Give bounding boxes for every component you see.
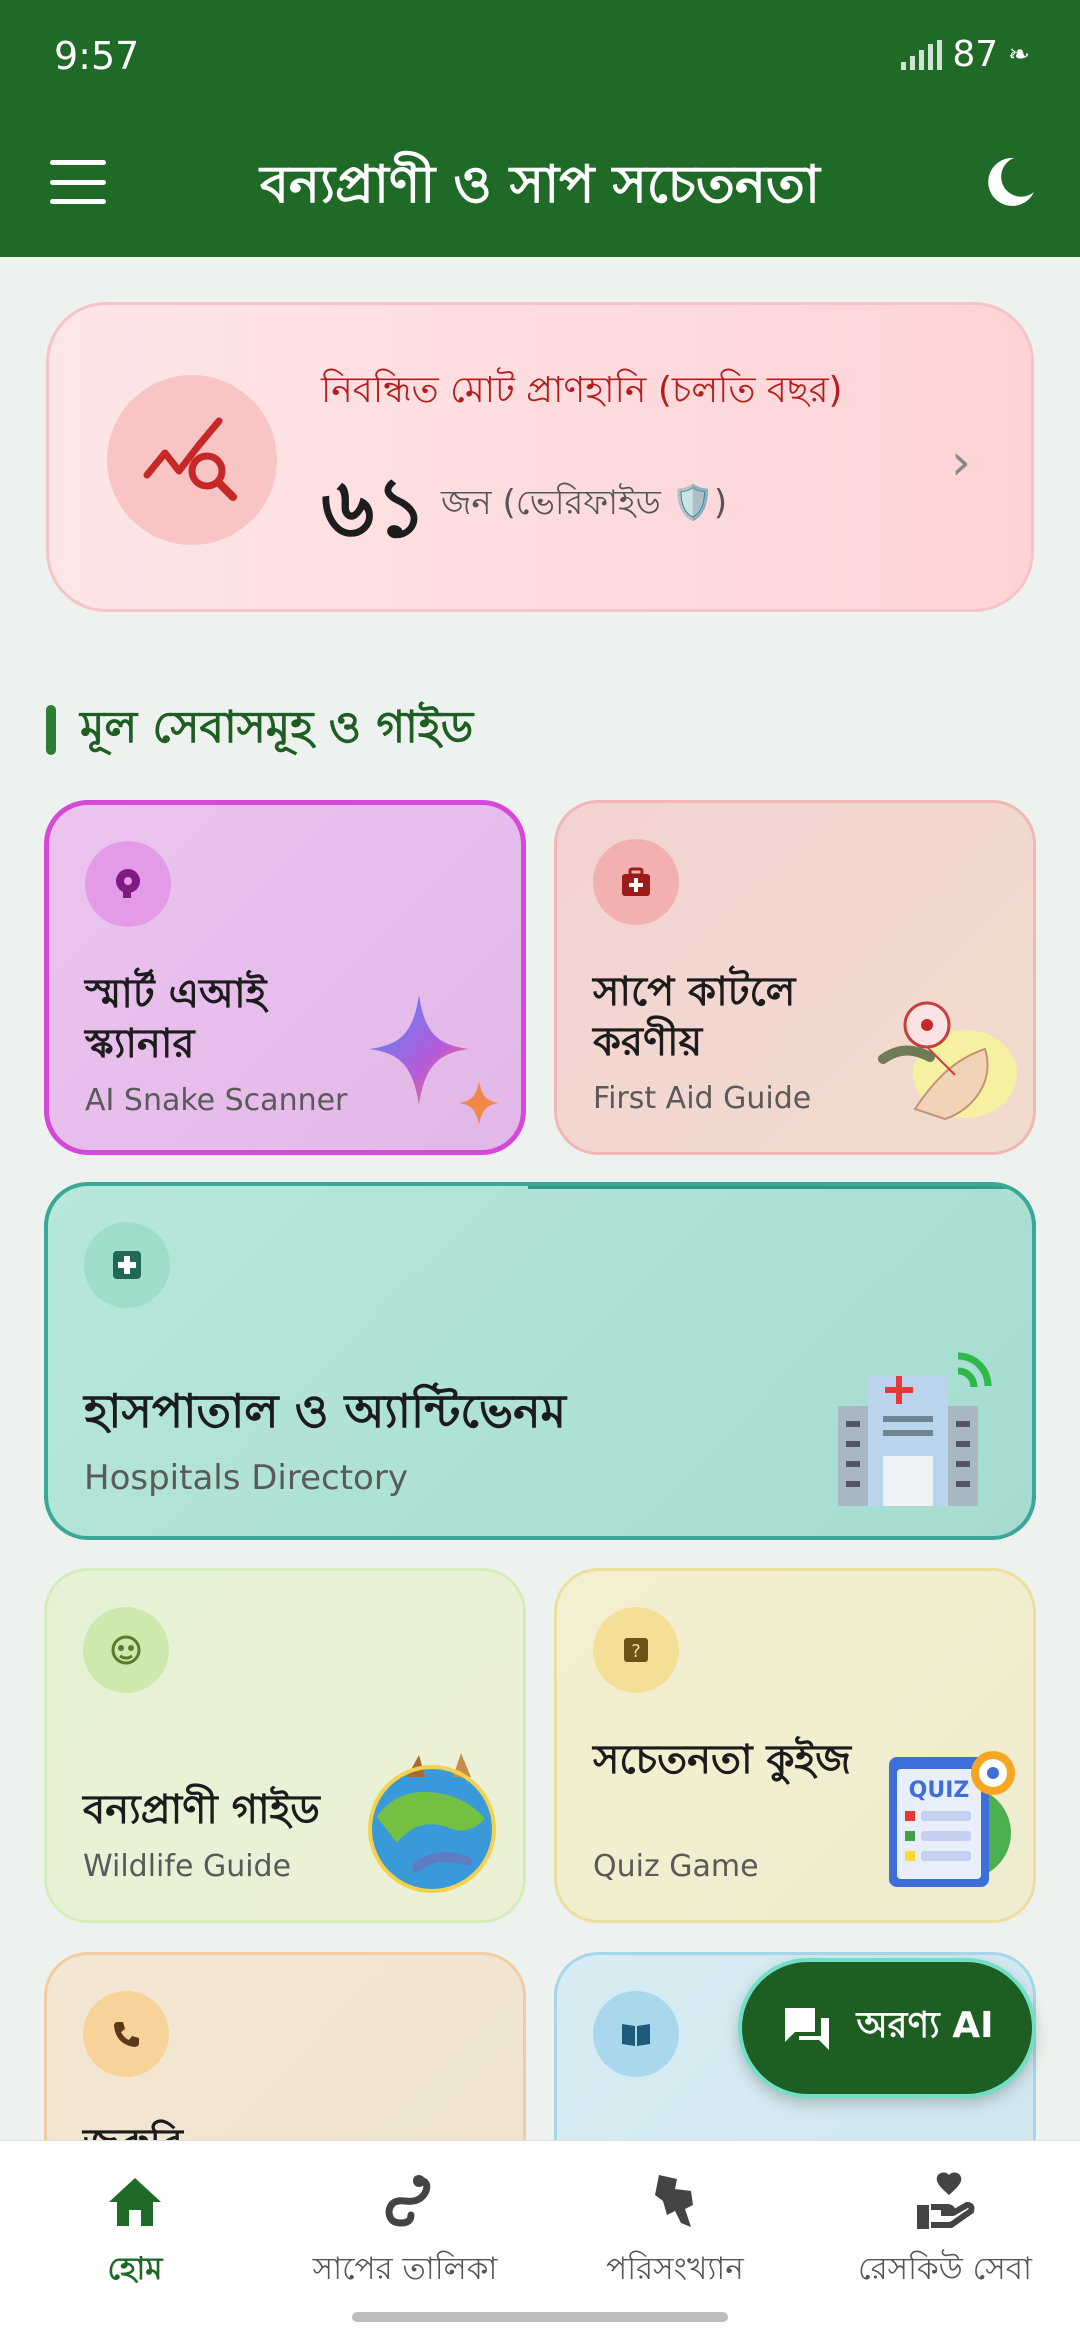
rescue-hand-heart-icon xyxy=(810,2167,1080,2237)
card-subtitle: Quiz Game xyxy=(593,1849,759,1884)
snake-icon xyxy=(270,2167,540,2237)
stat-unit: জন (ভেরিফাইড 🛡️) xyxy=(441,483,728,523)
nav-item-rescue-service[interactable]: রেসকিউ সেবা xyxy=(810,2167,1080,2297)
card-subtitle: Wildlife Guide xyxy=(83,1849,292,1884)
dark-mode-moon-icon[interactable] xyxy=(980,152,1040,212)
phone-icon xyxy=(83,1991,169,2077)
app-bar: বন্যপ্রাণী ও সাপ সচেতনতা xyxy=(0,110,1080,257)
stat-value: ৬১ xyxy=(321,461,428,556)
fab-label: অরণ্য AI xyxy=(856,2005,994,2046)
battery-level: 87 xyxy=(952,34,999,75)
chat-icon xyxy=(784,2008,829,2050)
section-title: মূল সেবাসমূহ ও গাইড xyxy=(80,701,474,753)
snakebite-hand-illustration xyxy=(878,1001,1017,1121)
home-icon xyxy=(0,2167,270,2237)
nav-label: সাপের তালিকা xyxy=(312,2251,498,2287)
card-subtitle: Hospitals Directory xyxy=(84,1458,408,1498)
nav-label: পরিসংখ্যান xyxy=(606,2251,744,2287)
nav-label: রেসকিউ সেবা xyxy=(858,2251,1032,2287)
signal-icon xyxy=(901,39,943,70)
card-subtitle: AI Snake Scanner xyxy=(85,1083,348,1118)
sparkle-icon xyxy=(369,995,499,1125)
medical-cross-icon xyxy=(84,1222,170,1308)
leaf-icon: ❧ xyxy=(1008,39,1030,70)
nav-item-statistics[interactable]: পরিসংখ্যান xyxy=(540,2167,810,2297)
hospitals-directory-card[interactable]: হাসপাতাল ও অ্যান্টিভেনম Hospitals Direct… xyxy=(44,1182,1036,1540)
stat-label: নিবন্ধিত মোট প্রাণহানি (চলতি বছর) xyxy=(321,370,843,411)
card-title: সচেতনতা কুইজ xyxy=(593,1737,852,1783)
card-title: বন্যপ্রাণী গাইড xyxy=(83,1787,320,1833)
bottom-navigation: হোম সাপের তালিকা পরিসংখ্যান রেসকিউ সেবা xyxy=(0,2140,1080,2340)
ai-snake-scanner-card[interactable]: স্মার্ট এআই স্ক্যানার AI Snake Scanner xyxy=(44,800,526,1155)
wildlife-guide-card[interactable]: বন্যপ্রাণী গাইড Wildlife Guide xyxy=(44,1568,526,1923)
bangladesh-map-icon xyxy=(540,2167,810,2237)
first-aid-guide-card[interactable]: সাপে কাটলে করণীয় First Aid Guide xyxy=(554,800,1036,1155)
card-title: স্মার্ট এআই স্ক্যানার xyxy=(85,971,267,1067)
status-time: 9:57 xyxy=(54,34,140,78)
nav-item-snake-list[interactable]: সাপের তালিকা xyxy=(270,2167,540,2297)
nav-item-home[interactable]: হোম xyxy=(0,2167,270,2297)
fatality-stat-card[interactable]: নিবন্ধিত মোট প্রাণহানি (চলতি বছর) ৬১ জন … xyxy=(46,302,1034,612)
card-title: সাপে কাটলে করণীয় xyxy=(593,969,796,1065)
chevron-right-icon: › xyxy=(951,433,971,491)
home-indicator[interactable] xyxy=(352,2312,728,2322)
quiz-game-card[interactable]: ? সচেতনতা কুইজ Quiz Game QUIZ xyxy=(554,1568,1036,1923)
status-indicators: 87 ❧ xyxy=(901,34,1030,75)
quiz-question-icon: ? xyxy=(593,1607,679,1693)
page-title: বন্যপ্রাণী ও সাপ সচেতনতা xyxy=(259,155,821,215)
quiz-art-text: QUIZ xyxy=(909,1778,970,1803)
status-bar: 9:57 87 ❧ xyxy=(0,0,1080,110)
book-icon xyxy=(593,1991,679,2077)
aranya-ai-chat-button[interactable]: অরণ্য AI xyxy=(738,1958,1036,2098)
wildlife-globe-illustration xyxy=(368,1753,496,1893)
section-accent-bar xyxy=(46,705,56,755)
trend-search-icon xyxy=(107,375,277,545)
brain-icon xyxy=(85,841,171,927)
quiz-board-illustration: QUIZ xyxy=(889,1751,1015,1887)
svg-text:?: ? xyxy=(631,1641,641,1662)
card-top-accent xyxy=(528,1186,1028,1189)
section-header: মূল সেবাসমূহ ও গাইড xyxy=(46,702,473,758)
nav-label: হোম xyxy=(107,2251,163,2287)
card-title: হাসপাতাল ও অ্যান্টিভেনম xyxy=(84,1384,567,1438)
hospital-building-icon xyxy=(838,1352,992,1506)
first-aid-kit-icon xyxy=(593,839,679,925)
monkey-icon xyxy=(83,1607,169,1693)
card-subtitle: First Aid Guide xyxy=(593,1081,812,1116)
